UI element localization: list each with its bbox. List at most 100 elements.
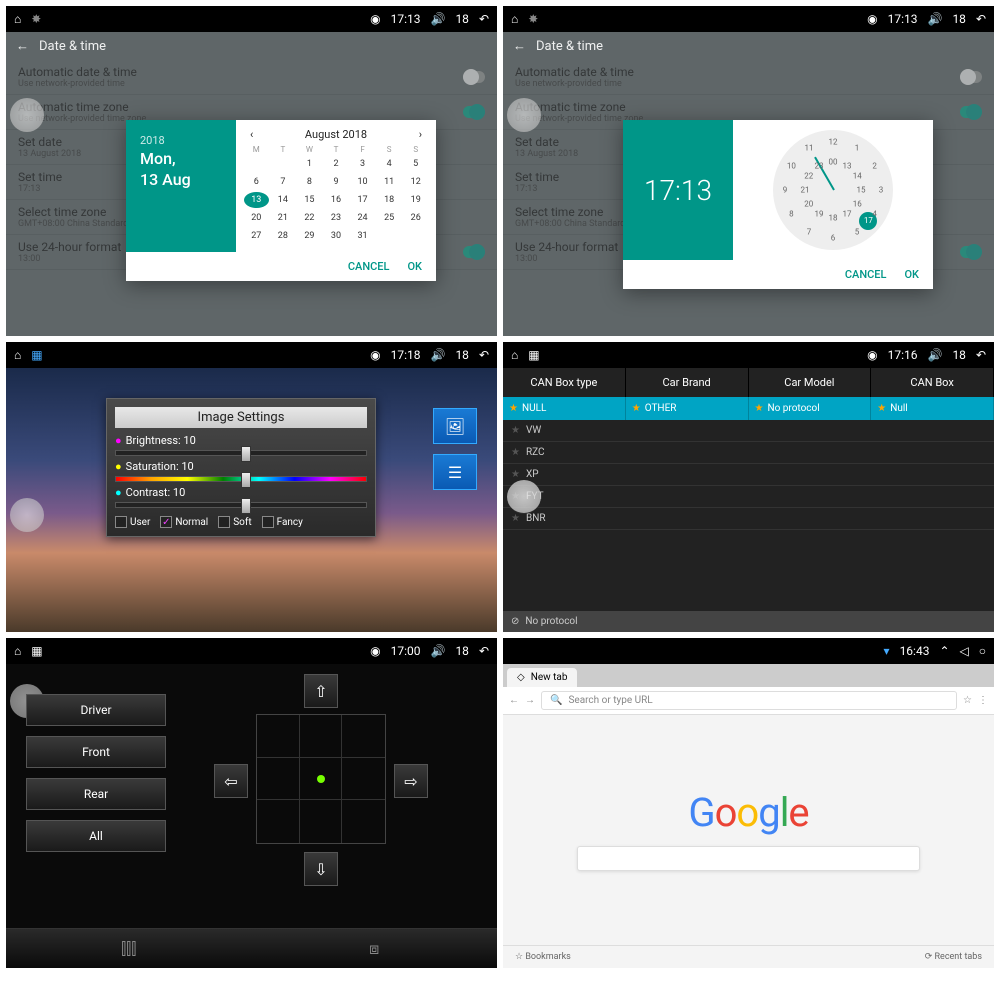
prev-month-icon[interactable]: ‹ (250, 128, 253, 141)
arrow-down-button[interactable]: ⇩ (304, 852, 338, 886)
calendar-day[interactable]: 6 (244, 174, 269, 190)
preset-driver[interactable]: Driver (26, 694, 166, 726)
arrow-up-button[interactable]: ⇧ (304, 674, 338, 708)
mode-user[interactable]: User (115, 516, 150, 528)
settings-row[interactable]: Automatic date & timeUse network-provide… (503, 60, 994, 95)
calendar-day[interactable]: 1 (297, 156, 322, 172)
column-header[interactable]: Car Model (749, 368, 872, 397)
calendar-day[interactable]: 20 (244, 210, 269, 226)
browser-tab[interactable]: ◇New tab (507, 668, 577, 687)
image-mode-button[interactable]: 🖼 (433, 408, 477, 444)
toggle-switch[interactable] (960, 71, 982, 83)
preset-front[interactable]: Front (26, 736, 166, 768)
balance-point[interactable] (317, 775, 325, 783)
equalizer-button[interactable]: ☰ (433, 454, 477, 490)
calendar-day[interactable]: 21 (271, 210, 296, 226)
clock-face[interactable]: 17 1212345678910110013141516171819202122… (773, 130, 893, 250)
calendar-day[interactable]: 17 (350, 192, 375, 208)
back-header[interactable]: ←Date & time (6, 32, 497, 60)
selected-cell[interactable]: ★NULL (503, 397, 626, 420)
calendar-day[interactable]: 15 (297, 192, 322, 208)
calendar-day[interactable]: 13 (244, 192, 269, 208)
balance-grid[interactable] (256, 714, 386, 844)
calendar-day[interactable]: 14 (271, 192, 296, 208)
home-icon[interactable]: ⌂ (14, 348, 21, 362)
assistive-touch[interactable] (507, 98, 541, 132)
toggle-switch[interactable] (463, 246, 485, 258)
assistive-touch[interactable] (10, 498, 44, 532)
gear-icon[interactable]: ✸ (31, 12, 41, 26)
back-icon[interactable]: ↶ (976, 348, 986, 362)
ok-button[interactable]: OK (904, 268, 919, 281)
slider-contrast[interactable]: ● Contrast: 10 (115, 486, 367, 508)
mode-soft[interactable]: Soft (218, 516, 251, 528)
assistive-touch[interactable] (507, 480, 541, 514)
recent-link[interactable]: ⟳ Recent tabs (925, 952, 982, 962)
calendar-day[interactable]: 29 (297, 228, 322, 244)
calendar-day[interactable]: 8 (297, 174, 322, 190)
calendar-day[interactable]: 3 (350, 156, 375, 172)
back-icon[interactable]: ↶ (976, 12, 986, 26)
search-box[interactable] (577, 846, 921, 871)
cancel-button[interactable]: CANCEL (845, 268, 887, 281)
home-icon[interactable]: ⌂ (14, 12, 21, 26)
balance-tab[interactable]: ⧈ (252, 929, 498, 968)
calendar-day[interactable]: 24 (350, 210, 375, 226)
calendar-day[interactable]: 18 (377, 192, 402, 208)
nav-icon[interactable]: ◁ (960, 644, 969, 658)
list-item[interactable]: ★FYT (503, 486, 994, 508)
arrow-left-button[interactable]: ⇦ (214, 764, 248, 798)
mode-fancy[interactable]: Fancy (262, 516, 303, 528)
up-icon[interactable]: ⌃ (939, 644, 949, 658)
list-item[interactable]: ★RZC (503, 442, 994, 464)
column-header[interactable]: Car Brand (626, 368, 749, 397)
calendar-day[interactable]: 23 (324, 210, 349, 226)
cancel-button[interactable]: CANCEL (348, 260, 390, 273)
toggle-switch[interactable] (960, 106, 982, 118)
menu-icon[interactable]: ⋮ (978, 695, 988, 706)
list-item[interactable]: ★VW (503, 420, 994, 442)
column-header[interactable]: CAN Box (871, 368, 994, 397)
home-icon[interactable]: ⌂ (511, 12, 518, 26)
calendar-day[interactable]: 22 (297, 210, 322, 226)
toggle-switch[interactable] (463, 106, 485, 118)
app-icon[interactable]: ▦ (31, 348, 42, 362)
assistive-touch[interactable] (10, 98, 44, 132)
gear-icon[interactable]: ✸ (528, 12, 538, 26)
column-header[interactable]: CAN Box type (503, 368, 626, 397)
calendar-day[interactable]: 27 (244, 228, 269, 244)
calendar-day[interactable]: 4 (377, 156, 402, 172)
settings-row[interactable]: Automatic date & timeUse network-provide… (6, 60, 497, 95)
nav-fwd-icon[interactable]: → (525, 695, 535, 706)
toggle-switch[interactable] (463, 71, 485, 83)
slider-brightness[interactable]: ● Brightness: 10 (115, 434, 367, 456)
arrow-right-button[interactable]: ⇨ (394, 764, 428, 798)
next-month-icon[interactable]: › (419, 128, 422, 141)
calendar-day[interactable]: 5 (403, 156, 428, 172)
app-icon[interactable]: ▦ (528, 348, 539, 362)
home-icon[interactable]: ○ (979, 644, 986, 658)
home-icon[interactable]: ⌂ (14, 644, 21, 658)
calendar-day[interactable]: 19 (403, 192, 428, 208)
slider-saturation[interactable]: ● Saturation: 10 (115, 460, 367, 482)
home-icon[interactable]: ⌂ (511, 348, 518, 362)
calendar-day[interactable]: 2 (324, 156, 349, 172)
calendar-day[interactable]: 10 (350, 174, 375, 190)
selected-cell[interactable]: ★Null (871, 397, 994, 420)
calendar-day[interactable]: 28 (271, 228, 296, 244)
calendar-day[interactable]: 30 (324, 228, 349, 244)
calendar-day[interactable]: 31 (350, 228, 375, 244)
nav-back-icon[interactable]: ← (509, 695, 519, 706)
list-item[interactable]: ★XP (503, 464, 994, 486)
back-icon[interactable]: ↶ (479, 644, 489, 658)
calendar-day[interactable]: 11 (377, 174, 402, 190)
back-icon[interactable]: ↶ (479, 348, 489, 362)
toggle-switch[interactable] (960, 246, 982, 258)
bookmarks-link[interactable]: ☆ Bookmarks (515, 952, 571, 962)
calendar-day[interactable]: 9 (324, 174, 349, 190)
ok-button[interactable]: OK (407, 260, 422, 273)
calendar-day[interactable]: 25 (377, 210, 402, 226)
selected-cell[interactable]: ★No protocol (749, 397, 872, 420)
list-item[interactable]: ★BNR (503, 508, 994, 530)
calendar-day[interactable]: 26 (403, 210, 428, 226)
